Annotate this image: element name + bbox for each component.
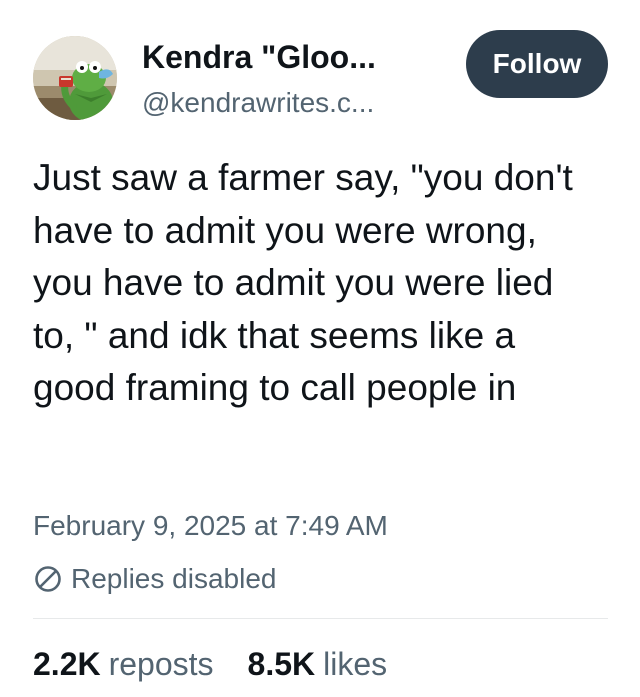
post-header: Kendra "Gloo... @kendrawrites.c... Follo… xyxy=(0,0,640,140)
post-text: Just saw a farmer say, "you don't have t… xyxy=(33,157,573,408)
author-display-name[interactable]: Kendra "Gloo... xyxy=(142,38,376,76)
reposts-count: 2.2K xyxy=(33,646,101,682)
divider xyxy=(33,618,608,619)
no-entry-icon xyxy=(33,564,63,594)
post-card: Kendra "Gloo... @kendrawrites.c... Follo… xyxy=(0,0,640,697)
engagement-stats: 2.2K reposts 8.5K likes xyxy=(33,646,421,686)
post-timestamp[interactable]: February 9, 2025 at 7:49 AM xyxy=(33,508,388,544)
replies-status: Replies disabled xyxy=(33,561,276,597)
reposts-stat[interactable]: 2.2K reposts xyxy=(33,646,214,683)
likes-stat[interactable]: 8.5K likes xyxy=(248,646,388,683)
kermit-sipping-tea-avatar-icon xyxy=(33,36,117,120)
likes-count: 8.5K xyxy=(247,646,316,682)
likes-label: likes xyxy=(323,646,388,682)
reposts-label: reposts xyxy=(108,646,214,682)
avatar[interactable] xyxy=(33,36,117,120)
replies-status-label: Replies disabled xyxy=(71,563,277,594)
author-handle[interactable]: @kendrawrites.c... xyxy=(142,86,374,120)
follow-button[interactable]: Follow xyxy=(466,30,608,98)
